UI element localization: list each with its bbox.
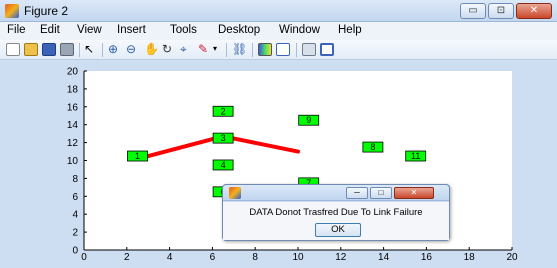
x-tick-label: 12	[335, 252, 347, 263]
data-cursor-icon[interactable]: ⌖	[180, 43, 194, 56]
minimize-button[interactable]: ▭	[460, 3, 486, 19]
y-tick-label: 4	[72, 210, 78, 221]
dialog-titlebar: ─ □ ✕	[223, 185, 449, 201]
node-4: 4	[212, 159, 234, 171]
y-tick-label: 2	[72, 228, 78, 239]
node-label: 2	[221, 106, 226, 116]
zoom-out-icon[interactable]: ⊖	[126, 43, 140, 56]
y-tick-label: 16	[67, 102, 79, 113]
dialog-minimize-button[interactable]: ─	[346, 187, 368, 199]
message-dialog: ─ □ ✕ DATA Donot Trasfred Due To Link Fa…	[222, 184, 450, 241]
window-title: Figure 2	[24, 4, 69, 18]
new-figure-icon[interactable]	[6, 43, 20, 56]
toolbar-separator	[102, 43, 103, 57]
node-1: 1	[127, 150, 148, 162]
node-label: 8	[370, 142, 375, 152]
node-2: 2	[212, 105, 234, 117]
node-3: 3	[212, 132, 234, 144]
node-label: 1	[135, 151, 140, 161]
node-label: 4	[221, 160, 226, 170]
show-plot-tools-icon[interactable]	[320, 43, 334, 56]
dialog-body: DATA Donot Trasfred Due To Link Failure …	[223, 202, 449, 240]
y-tick-label: 0	[72, 246, 78, 257]
save-icon[interactable]	[42, 43, 56, 56]
pan-hand-icon[interactable]: ✋	[144, 43, 159, 56]
y-tick-label: 8	[72, 174, 78, 185]
node-11: 11	[405, 150, 427, 162]
y-tick-label: 20	[67, 67, 79, 78]
ok-button[interactable]: OK	[315, 223, 361, 237]
matlab-logo-icon	[229, 187, 241, 199]
toolbar-separator	[296, 43, 297, 57]
print-icon[interactable]	[60, 43, 74, 56]
link-plot-icon[interactable]: ⛓	[232, 43, 247, 56]
y-tick-label: 6	[72, 192, 78, 203]
node-8: 8	[362, 141, 384, 153]
open-file-icon[interactable]	[24, 43, 38, 56]
node-label: 9	[306, 115, 311, 125]
matlab-logo-icon	[5, 4, 19, 18]
menu-file[interactable]: File	[7, 24, 26, 36]
node-label: 3	[221, 133, 226, 143]
x-tick-label: 16	[421, 252, 433, 263]
insert-legend-icon[interactable]	[276, 43, 290, 56]
insert-colorbar-icon[interactable]	[258, 43, 272, 56]
dialog-close-button[interactable]: ✕	[394, 187, 434, 199]
y-tick-label: 10	[67, 156, 79, 167]
x-tick-label: 18	[464, 252, 476, 263]
rotate-3d-icon[interactable]: ↻	[162, 43, 176, 56]
menu-edit[interactable]: Edit	[40, 24, 60, 36]
menu-insert[interactable]: Insert	[117, 24, 146, 36]
menu-desktop[interactable]: Desktop	[218, 24, 260, 36]
y-tick-label: 12	[67, 138, 79, 149]
x-tick-label: 0	[81, 252, 87, 263]
node-9: 9	[298, 114, 320, 126]
toolbar-separator	[226, 43, 227, 57]
menu-tools[interactable]: Tools	[170, 24, 197, 36]
window-titlebar: Figure 2 ▭ ⊡ ✕	[0, 0, 557, 22]
dialog-message: DATA Donot Trasfred Due To Link Failure	[249, 207, 423, 218]
x-tick-label: 14	[378, 252, 390, 263]
x-tick-label: 6	[210, 252, 216, 263]
menu-help[interactable]: Help	[338, 24, 362, 36]
toolbar-separator	[79, 43, 80, 57]
hide-plot-tools-icon[interactable]	[302, 43, 316, 56]
maximize-button[interactable]: ⊡	[488, 3, 514, 19]
menu-window[interactable]: Window	[279, 24, 320, 36]
x-tick-label: 4	[167, 252, 173, 263]
menu-bar: File Edit View Insert Tools Desktop Wind…	[0, 22, 557, 40]
close-button[interactable]: ✕	[516, 3, 552, 19]
node-label: 11	[411, 151, 420, 161]
x-tick-label: 10	[292, 252, 304, 263]
brush-icon[interactable]: ✎	[198, 43, 212, 56]
toolbar-separator	[252, 43, 253, 57]
brush-dropdown-icon[interactable]: ▾	[213, 43, 221, 56]
menu-view[interactable]: View	[77, 24, 102, 36]
zoom-in-icon[interactable]: ⊕	[108, 43, 122, 56]
figure-toolbar: ↖ ⊕ ⊖ ✋ ↻ ⌖ ✎ ▾ ⛓	[0, 40, 557, 60]
x-tick-label: 8	[252, 252, 258, 263]
x-tick-label: 2	[124, 252, 130, 263]
y-tick-label: 18	[67, 84, 79, 95]
x-tick-label: 20	[506, 252, 518, 263]
y-tick-label: 14	[67, 120, 79, 131]
pointer-arrow-icon[interactable]: ↖	[84, 43, 98, 56]
dialog-maximize-button[interactable]: □	[370, 187, 392, 199]
